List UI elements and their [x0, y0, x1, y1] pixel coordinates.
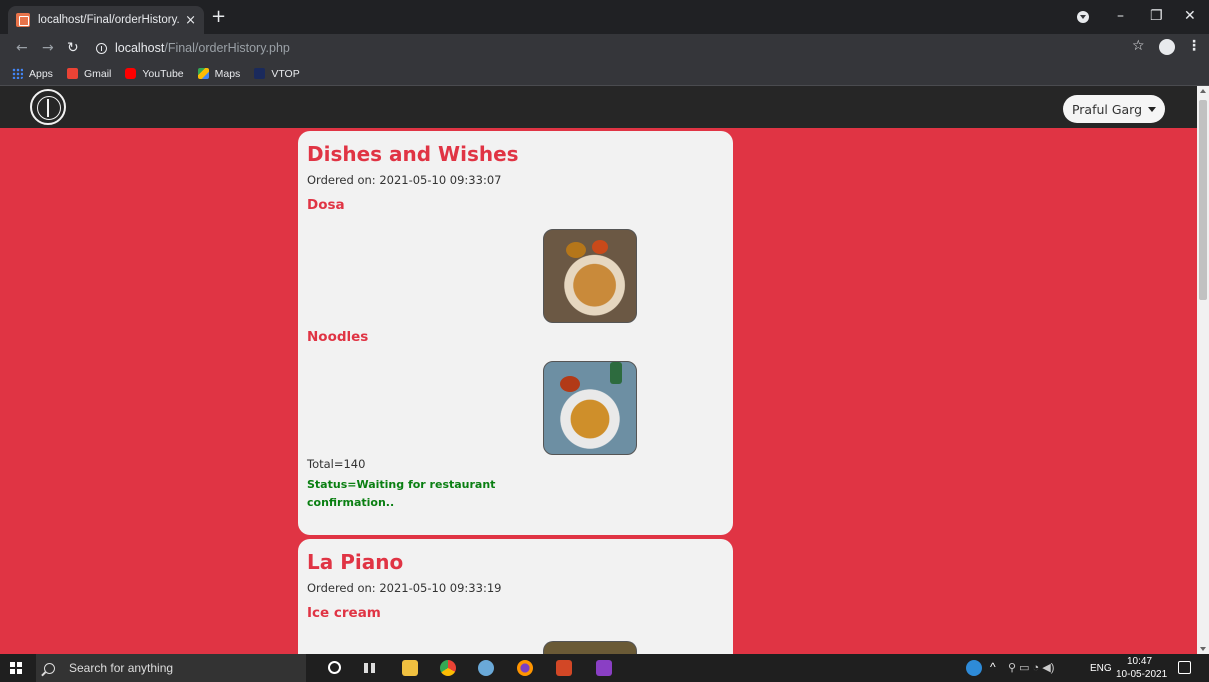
dish-name: Ice cream	[307, 605, 381, 621]
tab-close-icon[interactable]: ×	[185, 13, 196, 28]
account-icon[interactable]	[1159, 39, 1175, 55]
bookmark-vtop[interactable]: VTOP	[254, 67, 300, 80]
bookmark-label: Gmail	[83, 67, 112, 80]
firefox-icon[interactable]	[517, 660, 533, 676]
help-icon[interactable]	[966, 660, 982, 676]
browser-tab-bar: localhost/Final/orderHistory.php × + – ❐…	[0, 0, 1209, 34]
caret-down-icon	[1148, 106, 1157, 112]
vtop-icon	[254, 68, 266, 79]
reload-icon[interactable]: ↻	[67, 40, 79, 56]
url-path: /Final/orderHistory.php	[164, 41, 290, 55]
minimize-icon[interactable]: –	[1117, 8, 1124, 24]
scroll-up-icon[interactable]	[1200, 89, 1206, 93]
order-status: Status=Waiting for restaurant confirmati…	[307, 478, 496, 509]
profile-menu-icon[interactable]	[1077, 11, 1089, 23]
restaurant-name: La Piano	[307, 550, 404, 574]
scroll-down-icon[interactable]	[1200, 647, 1206, 651]
site-info-icon[interactable]	[96, 42, 107, 54]
file-explorer-icon[interactable]	[402, 660, 418, 676]
favicon-icon	[16, 13, 30, 27]
bookmark-label: Maps	[214, 67, 241, 80]
url-host: localhost	[115, 41, 165, 55]
chrome-menu-icon[interactable]: ⋮	[1187, 38, 1201, 54]
noodles-image	[543, 361, 637, 455]
user-dropdown-button[interactable]: Praful Garg	[1063, 95, 1165, 123]
order-card: La Piano Ordered on: 2021-05-10 09:33:19…	[298, 539, 733, 654]
windows-start-icon[interactable]	[10, 662, 22, 674]
powerpoint-icon[interactable]	[556, 660, 572, 676]
order-date: Ordered on: 2021-05-10 09:33:07	[307, 173, 502, 187]
close-window-icon[interactable]: ✕	[1184, 8, 1196, 24]
restaurant-name: Dishes and Wishes	[307, 142, 519, 166]
gmail-icon	[66, 68, 78, 79]
windows-taskbar: Search for anything ^ ⚲ ▭ ◔ ◀) ENG 10:47…	[0, 654, 1209, 682]
language-indicator[interactable]: ENG	[1090, 663, 1112, 674]
clock-date[interactable]: 10-05-2021	[1116, 669, 1167, 680]
restore-icon[interactable]: ❐	[1150, 8, 1163, 24]
scroll-thumb[interactable]	[1199, 100, 1207, 300]
bookmark-label: VTOP	[271, 67, 300, 80]
address-bar[interactable]: localhost /Final/orderHistory.php	[88, 36, 1138, 60]
app-purple-icon[interactable]	[596, 660, 612, 676]
site-navbar: Praful Garg	[0, 86, 1197, 128]
app-taskbar-icon[interactable]	[478, 660, 494, 676]
browser-tab[interactable]: localhost/Final/orderHistory.php ×	[8, 6, 204, 34]
cortana-icon[interactable]	[328, 661, 341, 674]
ice-cream-image	[543, 641, 637, 654]
order-date: Ordered on: 2021-05-10 09:33:19	[307, 581, 502, 595]
bookmark-youtube[interactable]: YouTube	[125, 67, 184, 80]
taskbar-search-box[interactable]: Search for anything	[36, 654, 306, 682]
task-view-icon[interactable]	[362, 660, 378, 676]
tab-title: localhost/Final/orderHistory.php	[38, 14, 179, 26]
restaurant-logo-icon[interactable]	[30, 89, 66, 125]
apps-grid-icon	[12, 68, 23, 79]
taskbar-search-placeholder: Search for anything	[69, 661, 174, 675]
maps-icon	[197, 68, 209, 79]
dish-name: Noodles	[307, 329, 369, 345]
forward-icon[interactable]: →	[42, 40, 54, 56]
page-content: Praful Garg Dishes and Wishes Ordered on…	[0, 86, 1197, 654]
bookmark-gmail[interactable]: Gmail	[66, 67, 112, 80]
bookmark-maps[interactable]: Maps	[197, 67, 241, 80]
user-name: Praful Garg	[1071, 101, 1143, 117]
tray-chevron-icon[interactable]: ^	[990, 660, 996, 674]
dosa-image	[543, 229, 637, 323]
bookmark-label: Apps	[29, 67, 53, 80]
bookmark-star-icon[interactable]: ☆	[1132, 38, 1145, 54]
page-scrollbar[interactable]	[1197, 86, 1209, 654]
browser-toolbar: ← → ↻ localhost /Final/orderHistory.php	[0, 34, 1209, 62]
clock-time[interactable]: 10:47	[1127, 656, 1152, 667]
youtube-icon	[125, 68, 137, 79]
notifications-icon[interactable]	[1178, 661, 1191, 674]
dish-name: Dosa	[307, 197, 345, 213]
search-icon	[44, 662, 55, 674]
back-icon[interactable]: ←	[16, 40, 28, 56]
order-total: Total=140	[307, 457, 366, 471]
bookmarks-bar: Apps Gmail YouTube Maps VTOP	[0, 62, 1209, 86]
tray-icons[interactable]: ⚲ ▭ ◔ ◀)	[1008, 661, 1054, 674]
new-tab-icon[interactable]: +	[211, 8, 226, 26]
bookmark-apps[interactable]: Apps	[12, 68, 53, 80]
chrome-taskbar-icon[interactable]	[440, 660, 456, 676]
bookmark-label: YouTube	[142, 67, 184, 80]
order-card: Dishes and Wishes Ordered on: 2021-05-10…	[298, 131, 733, 535]
